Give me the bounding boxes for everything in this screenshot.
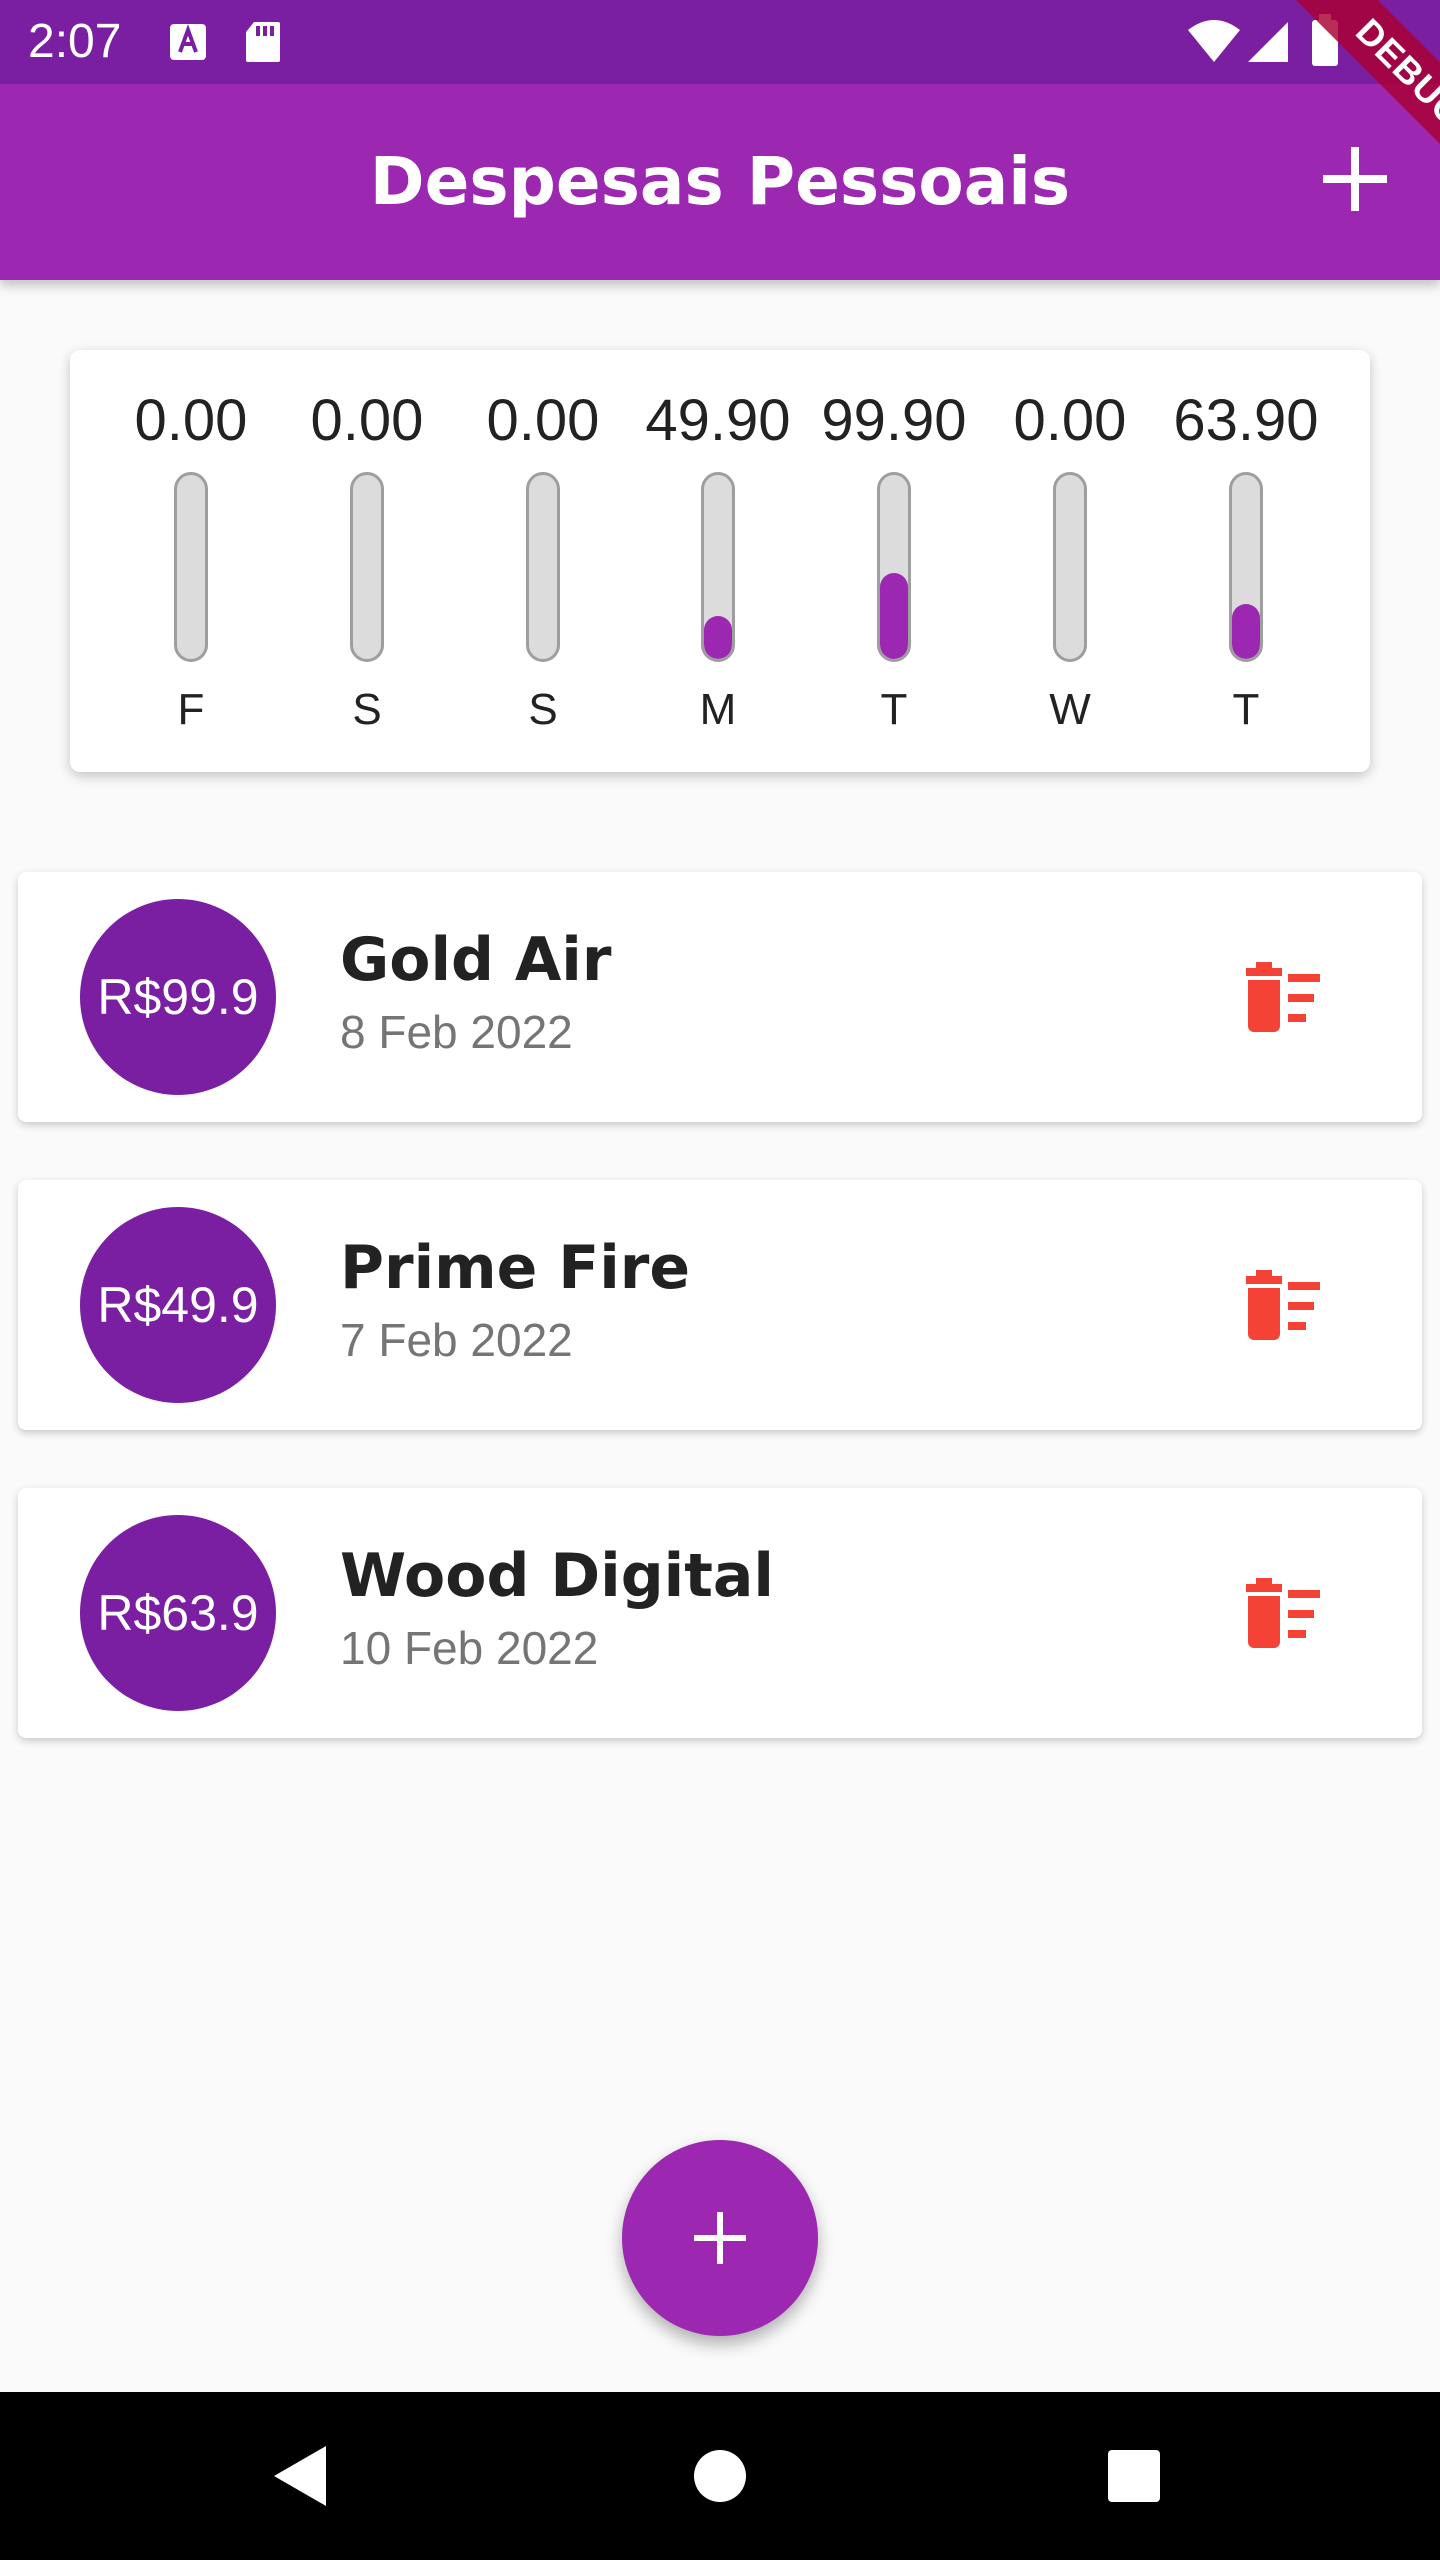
chart-day-label: F [177, 685, 205, 734]
chart-bar-track [701, 472, 735, 662]
keyboard-icon [170, 24, 206, 60]
status-time: 2:07 [28, 15, 122, 68]
back-icon[interactable] [254, 2430, 346, 2522]
chart-amount: 0.00 [1013, 388, 1127, 453]
transaction-title: Gold Air [340, 925, 612, 995]
recents-icon[interactable] [1088, 2430, 1180, 2522]
chart-bar-track [174, 472, 208, 662]
weekly-chart-card: 0.00 F 0.00 S 0.00 S 49.90 M 99.90 T 0.0… [70, 350, 1370, 772]
signal-icon [1248, 22, 1288, 62]
page-title: Despesas Pessoais [369, 143, 1071, 220]
plus-icon[interactable] [1315, 139, 1395, 219]
chart-day-label: T [1232, 685, 1260, 734]
transaction-title: Prime Fire [340, 1233, 691, 1303]
wifi-icon [1188, 20, 1240, 62]
transaction-card: R$49.9 Prime Fire 7 Feb 2022 [18, 1180, 1422, 1430]
transaction-value-avatar: R$63.9 [80, 1515, 276, 1711]
chart-day-label: M [699, 685, 737, 734]
transaction-value-avatar: R$49.9 [80, 1207, 276, 1403]
transaction-card: R$63.9 Wood Digital 10 Feb 2022 [18, 1488, 1422, 1738]
status-bar: 2:07 [0, 0, 1440, 84]
app-bar: Despesas Pessoais [0, 84, 1440, 280]
transaction-date: 8 Feb 2022 [340, 1006, 573, 1058]
chart-bar-fill [1232, 603, 1260, 659]
chart-column: 63.90 T [1166, 350, 1326, 772]
chart-bar-fill [880, 572, 908, 659]
chart-amount: 99.90 [821, 388, 967, 453]
add-transaction-fab[interactable] [622, 2140, 818, 2336]
chart-column: 0.00 S [463, 350, 623, 772]
chart-day-label: W [1049, 685, 1091, 734]
transaction-title: Wood Digital [340, 1541, 774, 1611]
home-icon[interactable] [674, 2430, 766, 2522]
chart-day-label: S [528, 685, 558, 734]
plus-icon [694, 2212, 746, 2264]
chart-amount: 0.00 [310, 388, 424, 453]
chart-bar-fill [704, 615, 732, 659]
chart-column: 0.00 F [111, 350, 271, 772]
chart-column: 49.90 M [638, 350, 798, 772]
chart-column: 0.00 W [990, 350, 1150, 772]
chart-day-label: T [880, 685, 908, 734]
chart-bar-track [526, 472, 560, 662]
delete-sweep-icon[interactable] [1238, 1270, 1328, 1342]
battery-icon [1312, 14, 1338, 66]
chart-column: 0.00 S [287, 350, 447, 772]
chart-amount: 0.00 [134, 388, 248, 453]
chart-bar-track [1229, 472, 1263, 662]
chart-amount: 0.00 [486, 388, 600, 453]
chart-bar-track [350, 472, 384, 662]
chart-day-label: S [352, 685, 382, 734]
system-navigation-bar [0, 2392, 1440, 2560]
transaction-date: 7 Feb 2022 [340, 1314, 573, 1366]
transaction-value-avatar: R$99.9 [80, 899, 276, 1095]
transaction-date: 10 Feb 2022 [340, 1622, 599, 1674]
chart-amount: 63.90 [1173, 388, 1319, 453]
sd-card-icon [246, 22, 280, 62]
chart-bar-track [1053, 472, 1087, 662]
chart-bar-track [877, 472, 911, 662]
delete-sweep-icon[interactable] [1238, 962, 1328, 1034]
chart-column: 99.90 T [814, 350, 974, 772]
delete-sweep-icon[interactable] [1238, 1578, 1328, 1650]
transaction-card: R$99.9 Gold Air 8 Feb 2022 [18, 872, 1422, 1122]
chart-amount: 49.90 [645, 388, 791, 453]
